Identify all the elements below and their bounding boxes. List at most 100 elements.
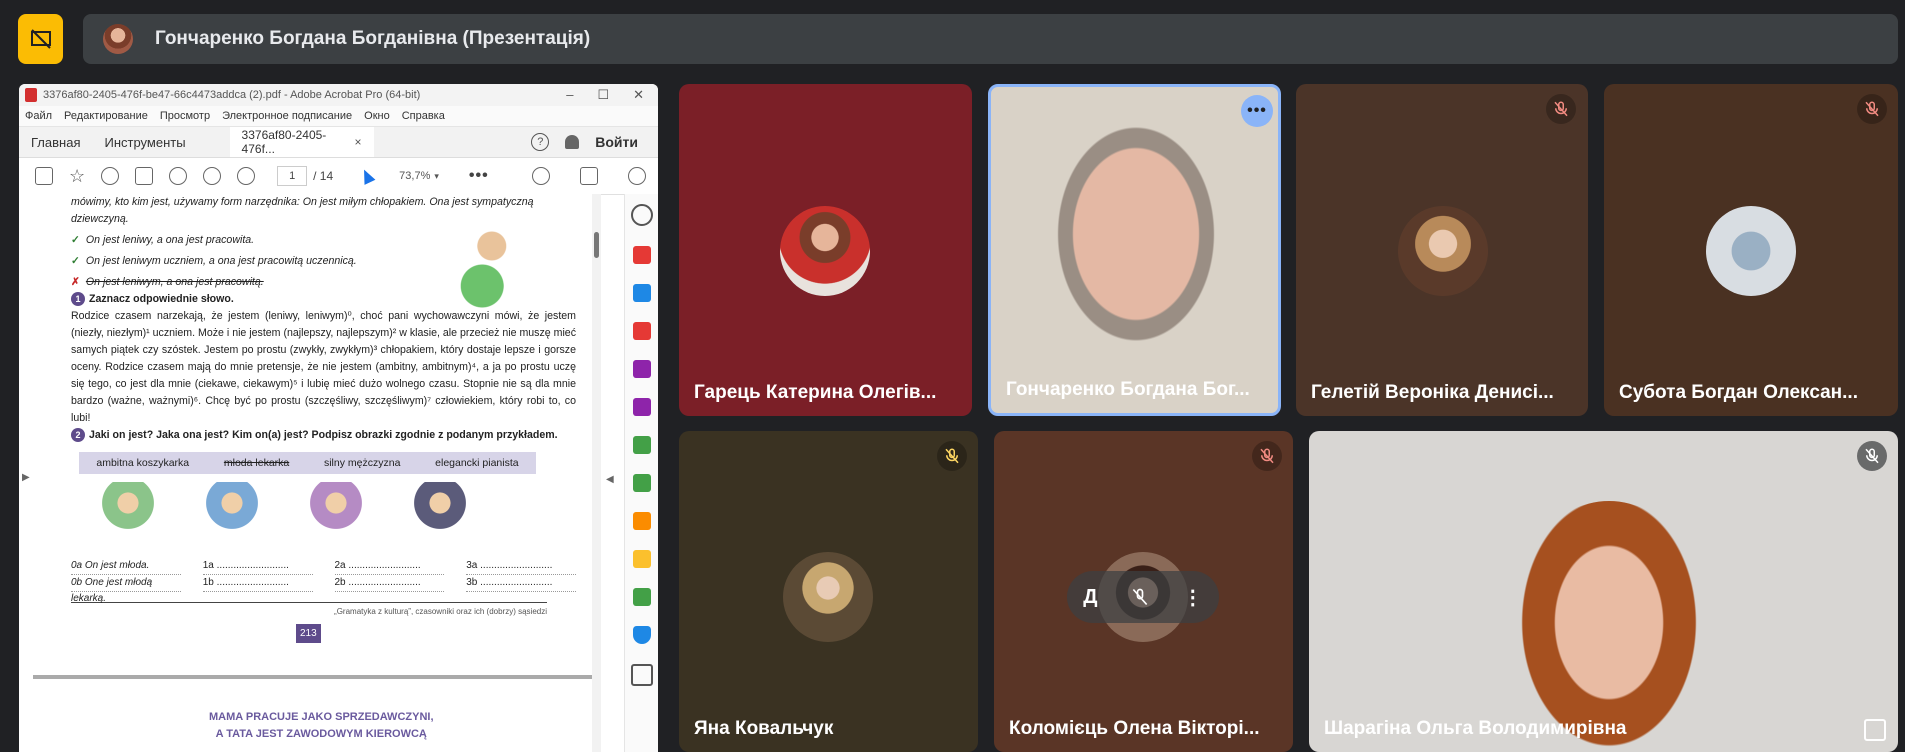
task-2-title: 2 Jaki on jest? Jaka ona jest? Kim on(a) … — [71, 427, 576, 444]
protect-icon[interactable] — [633, 626, 651, 644]
acrobat-toolbar: ☆ 1 / 14 73,7% ▾ ••• — [19, 158, 658, 195]
participant-tile[interactable]: Д ⋮ Коломієць Олена Вікторі... — [994, 431, 1293, 752]
minimize-icon[interactable]: – — [566, 87, 573, 103]
page-footer: „Gramatyka z kulturą”, czasowniki oraz i… — [71, 602, 547, 620]
presentation-toggle-button[interactable] — [18, 14, 63, 64]
help-icon[interactable]: ? — [531, 133, 550, 151]
account-icon[interactable] — [628, 167, 646, 185]
intro-text: mówimy, kto kim jest, używamy form narzę… — [71, 196, 534, 225]
basketball-figure — [307, 482, 365, 552]
example-3: ✗ On jest leniwym, a ona jest pracowitą. — [71, 276, 264, 288]
search-icon[interactable] — [631, 204, 653, 226]
example-1: ✓ On jest leniwy, a ona jest pracowita. — [71, 234, 255, 246]
participant-name: Шарагіна Ольга Володимирівна — [1324, 718, 1627, 739]
participant-tile[interactable]: Шарагіна Ольга Володимирівна — [1309, 431, 1898, 752]
strong-man-figure — [203, 482, 261, 552]
select-cursor-icon[interactable] — [358, 167, 376, 185]
close-icon[interactable]: ✕ — [633, 87, 644, 103]
chevron-down-icon[interactable]: ▾ — [434, 171, 439, 182]
participant-name: Субота Богдан Олексан... — [1619, 382, 1858, 403]
sign-icon[interactable] — [633, 398, 651, 416]
create-pdf-icon[interactable] — [633, 284, 651, 302]
convert-icon[interactable] — [633, 512, 651, 530]
page-number-input[interactable]: 1 — [277, 166, 308, 186]
acrobat-titlebar: 3376af80-2405-476f-be47-66c4473addca (2)… — [19, 84, 658, 106]
menu-edit[interactable]: Редактирование — [64, 110, 148, 122]
participant-tile[interactable]: Гарець Катерина Олегів... — [679, 84, 972, 416]
menu-view[interactable]: Просмотр — [160, 110, 210, 122]
more-tools-icon[interactable] — [631, 664, 653, 686]
menu-window[interactable]: Окно — [364, 110, 390, 122]
edit-pdf-icon[interactable] — [633, 360, 651, 378]
page-down-icon[interactable] — [237, 167, 256, 185]
participant-avatar — [780, 206, 870, 296]
mute-participant-icon[interactable] — [1130, 587, 1150, 607]
next-page-title: MAMA PRACUJE JAKO SPRZEDAWCZYNI, A TATA … — [209, 711, 434, 740]
mail-icon[interactable] — [580, 167, 598, 185]
participant-video — [1504, 501, 1714, 752]
upload-icon[interactable] — [101, 167, 120, 185]
document-view[interactable]: ▶ mówimy, kto kim jest, używamy form nar… — [19, 194, 599, 752]
presentation-banner: Гончаренко Богдана Богданівна (Презентац… — [83, 14, 1898, 64]
check-icon: ✓ — [71, 234, 80, 246]
acrobat-window: 3376af80-2405-476f-be47-66c4473addca (2)… — [19, 84, 658, 752]
word-box: ambitna koszykarka młoda lekarka silny m… — [79, 452, 536, 474]
mic-off-icon — [937, 441, 967, 471]
pin-letter[interactable]: Д — [1083, 586, 1097, 609]
tab-document[interactable]: 3376af80-2405-476f... × — [229, 127, 374, 157]
document-scrollbar[interactable] — [592, 194, 601, 752]
login-button[interactable]: Войти — [595, 134, 638, 150]
menu-file[interactable]: Файл — [25, 110, 52, 122]
compare-icon[interactable] — [633, 474, 651, 492]
participant-tile[interactable]: Гелетій Вероніка Денисі... — [1296, 84, 1588, 416]
tab-close-icon[interactable]: × — [355, 135, 362, 149]
organize-pages-icon[interactable] — [633, 322, 651, 340]
menu-sign[interactable]: Электронное подписание — [222, 110, 352, 122]
save-icon[interactable] — [35, 167, 53, 185]
bell-icon[interactable] — [565, 135, 580, 149]
page-up-icon[interactable] — [203, 167, 222, 185]
acrobat-tabs: Главная Инструменты 3376af80-2405-476f..… — [19, 127, 658, 158]
task-1-title: 1 Zaznacz odpowiednie słowo. — [71, 291, 576, 308]
task-1-text: Rodzice czasem narzekają, że jestem (len… — [71, 310, 576, 424]
tools-sidebar — [624, 194, 658, 752]
tab-home[interactable]: Главная — [19, 135, 92, 150]
participant-avatar — [1706, 206, 1796, 296]
comment-icon[interactable] — [633, 550, 651, 568]
star-icon[interactable]: ☆ — [69, 166, 85, 187]
collapse-panel-icon[interactable]: ◀ — [606, 474, 614, 485]
page-number: 213 — [296, 624, 321, 643]
participant-name: Гарець Катерина Олегів... — [694, 382, 937, 403]
link-icon[interactable] — [532, 167, 550, 185]
pdf-icon — [25, 88, 37, 102]
example-2: ✓ On jest leniwym uczniem, a ona jest pra… — [71, 255, 357, 267]
page-separator — [33, 675, 593, 679]
document-page: mówimy, kto kim jest, używamy form narzę… — [71, 194, 576, 643]
scan-icon[interactable] — [633, 436, 651, 454]
more-vert-icon[interactable]: ⋮ — [1183, 585, 1203, 610]
tile-hover-controls[interactable]: Д ⋮ — [1067, 571, 1219, 623]
left-panel-toggle-icon[interactable]: ▶ — [22, 472, 30, 483]
participant-name: Яна Ковальчук — [694, 718, 834, 739]
cross-icon: ✗ — [71, 276, 80, 288]
zoom-search-icon[interactable] — [169, 167, 188, 185]
print-icon[interactable] — [135, 167, 154, 185]
print-production-icon[interactable] — [633, 588, 651, 606]
pianist-figure — [411, 482, 469, 552]
export-pdf-icon[interactable] — [633, 246, 651, 264]
participant-tile[interactable]: Субота Богдан Олексан... — [1604, 84, 1898, 416]
participant-avatar — [1398, 206, 1488, 296]
more-options-button[interactable]: ••• — [1241, 95, 1273, 127]
maximize-icon[interactable]: ☐ — [597, 87, 609, 103]
participant-tile-active[interactable]: ••• Гончаренко Богдана Бог... — [988, 84, 1281, 416]
zoom-select[interactable]: 73,7% — [399, 170, 430, 182]
menu-help[interactable]: Справка — [402, 110, 445, 122]
mic-off-icon — [1857, 94, 1887, 124]
doctor-figure — [99, 482, 157, 552]
participant-name: Гончаренко Богдана Бог... — [1006, 379, 1250, 400]
participant-tile[interactable]: Яна Ковальчук — [679, 431, 978, 752]
expand-icon[interactable] — [1864, 719, 1886, 741]
mic-off-icon — [1252, 441, 1282, 471]
tab-tools[interactable]: Инструменты — [92, 135, 197, 150]
more-tools-button[interactable]: ••• — [469, 167, 489, 185]
